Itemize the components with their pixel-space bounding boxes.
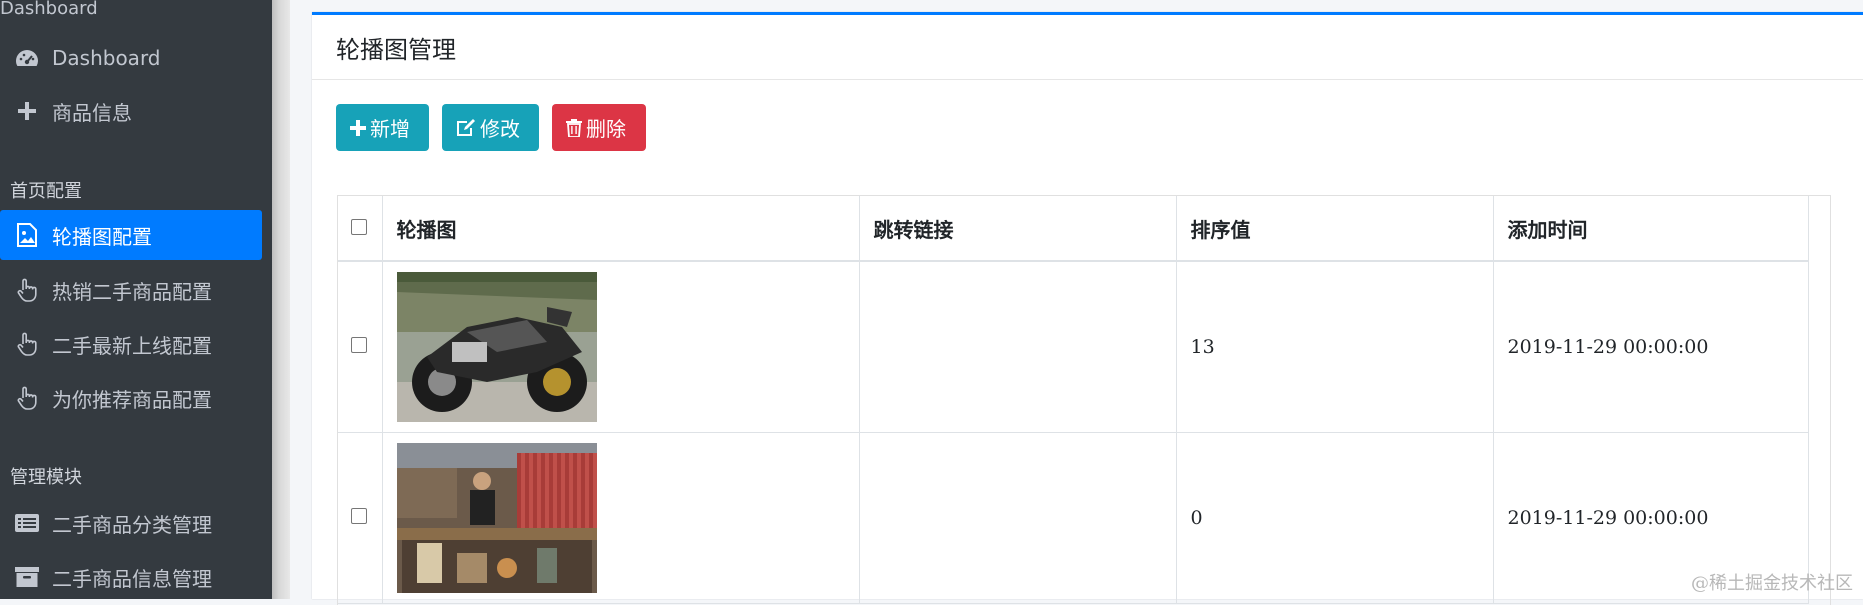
watermark: @稀土掘金技术社区 <box>1691 573 1853 594</box>
sidebar-item-carousel-config[interactable]: 轮播图配置 <box>0 210 262 260</box>
time-cell: 2019-11-29 00:00:00 <box>1493 261 1809 433</box>
sidebar-item-label: 热销二手商品配置 <box>52 279 212 304</box>
row-checkbox[interactable] <box>351 508 368 524</box>
sidebar-item-label: 商品信息 <box>52 100 132 125</box>
link-cell <box>859 261 1177 433</box>
row-select-cell <box>338 261 383 433</box>
table-row[interactable]: 0 2019-11-29 00:00:00 <box>338 432 1809 604</box>
sidebar-section-manage: 管理模块 <box>10 467 82 488</box>
sidebar-item-recommend-config[interactable]: 为你推荐商品配置 <box>0 373 262 423</box>
sort-cell: 0 <box>1176 432 1494 604</box>
hand-pointer-icon <box>14 331 40 357</box>
sidebar-item-category-manage[interactable]: 二手商品分类管理 <box>0 498 262 548</box>
hand-pointer-icon <box>14 277 40 303</box>
motorcycle-image <box>396 272 597 422</box>
column-header-image[interactable]: 轮播图 <box>382 196 860 262</box>
sidebar-item-dashboard[interactable]: Dashboard <box>0 33 262 83</box>
add-button[interactable]: 新增 <box>336 104 429 151</box>
sidebar-item-label: 轮播图配置 <box>52 224 152 249</box>
column-header-sort[interactable]: 排序值 <box>1176 196 1494 262</box>
table-row[interactable]: 13 2019-11-29 00:00:00 <box>338 261 1809 433</box>
delete-button[interactable]: 删除 <box>552 104 646 151</box>
hand-pointer-icon <box>14 385 40 411</box>
carousel-image-cell <box>382 432 860 604</box>
column-header-time[interactable]: 添加时间 <box>1493 196 1809 262</box>
column-header-link[interactable]: 跳转链接 <box>859 196 1177 262</box>
page-title: 轮播图管理 <box>312 15 1863 80</box>
sidebar-item-new-online-config[interactable]: 二手最新上线配置 <box>0 319 262 369</box>
carousel-table: 轮播图 跳转链接 排序值 添加时间 13 2019-11-29 00:00:00… <box>337 195 1831 605</box>
sidebar: Dashboard Dashboard 商品信息 首页配置 轮播图配置 热销二手… <box>0 0 272 599</box>
sidebar-item-label: Dashboard <box>52 46 161 70</box>
sidebar-brand[interactable]: Dashboard <box>0 0 98 18</box>
sort-cell: 13 <box>1176 261 1494 433</box>
row-select-cell <box>338 432 383 604</box>
add-button-label: 新增 <box>370 119 410 141</box>
edit-button[interactable]: 修改 <box>442 104 539 151</box>
sidebar-item-hot-sale-config[interactable]: 热销二手商品配置 <box>0 265 262 315</box>
carousel-image-cell <box>382 261 860 433</box>
plus-icon <box>14 98 40 124</box>
plus-icon <box>350 119 366 136</box>
select-all-cell <box>338 196 383 262</box>
sidebar-item-label: 二手商品分类管理 <box>52 512 212 537</box>
sidebar-item-label: 二手最新上线配置 <box>52 333 212 358</box>
sidebar-item-goods-manage[interactable]: 二手商品信息管理 <box>0 552 262 602</box>
sidebar-divider <box>272 0 290 599</box>
carousel-management-card: 轮播图管理 新增 修改 删除 轮播图 跳转链接 排序值 添加时间 13 2019… <box>312 12 1863 605</box>
edit-icon <box>456 118 476 137</box>
table-header-row: 轮播图 跳转链接 排序值 添加时间 <box>338 196 1809 262</box>
image-icon <box>14 222 40 248</box>
edit-button-label: 修改 <box>480 119 520 141</box>
link-cell <box>859 432 1177 604</box>
tachometer-icon <box>14 45 40 71</box>
toolbar: 新增 修改 删除 <box>336 104 646 151</box>
sidebar-item-product-info[interactable]: 商品信息 <box>0 86 262 136</box>
select-all-checkbox[interactable] <box>351 219 368 235</box>
list-icon <box>14 510 40 536</box>
row-checkbox[interactable] <box>351 337 368 353</box>
sidebar-item-label: 二手商品信息管理 <box>52 566 212 591</box>
market-image <box>396 443 597 593</box>
sidebar-item-label: 为你推荐商品配置 <box>52 387 212 412</box>
trash-icon <box>566 118 582 137</box>
archive-icon <box>14 564 40 590</box>
sidebar-section-home-config: 首页配置 <box>10 181 82 202</box>
delete-button-label: 删除 <box>586 119 626 141</box>
